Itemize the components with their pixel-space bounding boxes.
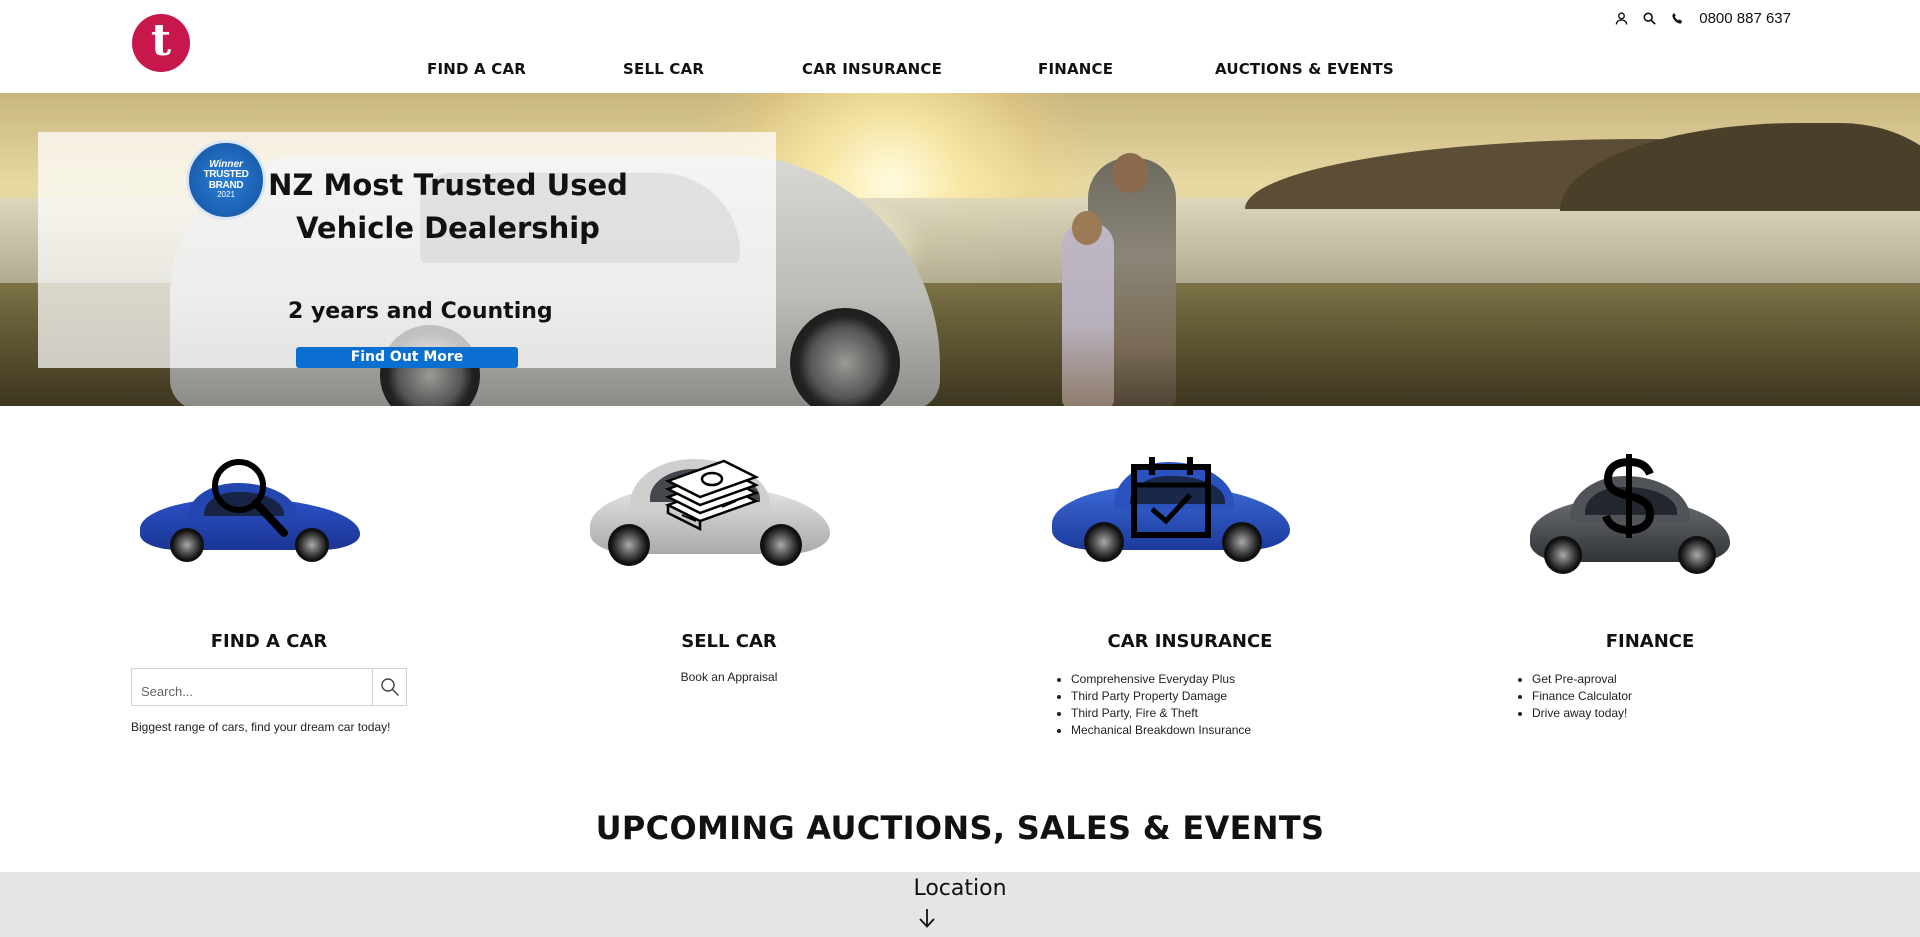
car-search-input[interactable] xyxy=(132,669,372,705)
magnifier-icon xyxy=(208,455,290,537)
money-stack-icon xyxy=(662,455,762,535)
user-icon[interactable] xyxy=(1613,11,1629,27)
car-wheel xyxy=(1544,536,1582,574)
find-a-car-description: Biggest range of cars, find your dream c… xyxy=(131,720,391,734)
car-wheel xyxy=(1678,536,1716,574)
dollar-icon xyxy=(1598,452,1660,540)
location-label: Location xyxy=(913,876,1007,901)
hero-hill xyxy=(1560,123,1920,211)
car-wheel xyxy=(760,524,802,566)
car-wheel xyxy=(170,528,204,562)
location-bar[interactable]: Location xyxy=(0,872,1920,937)
insurance-options-list: Comprehensive Everyday Plus Third Party … xyxy=(1049,671,1251,739)
main-nav: FIND A CAR SELL CAR CAR INSURANCE FINANC… xyxy=(0,60,1920,82)
top-utilities: 0800 887 637 xyxy=(1613,10,1791,27)
list-item[interactable]: Comprehensive Everyday Plus xyxy=(1071,671,1251,688)
list-item[interactable]: Get Pre-aproval xyxy=(1532,671,1632,688)
search-icon xyxy=(380,678,399,697)
list-item[interactable]: Mechanical Breakdown Insurance xyxy=(1071,722,1251,739)
arrow-down-icon[interactable] xyxy=(918,907,936,929)
hero-child-head xyxy=(1072,211,1102,245)
search-icon[interactable] xyxy=(1641,11,1657,27)
list-item[interactable]: Third Party Property Damage xyxy=(1071,688,1251,705)
badge-line2: TRUSTED BRAND xyxy=(203,169,249,191)
trusted-brand-badge: Winner TRUSTED BRAND 2021 xyxy=(186,140,266,220)
calendar-check-icon xyxy=(1130,455,1212,539)
nav-finance[interactable]: FINANCE xyxy=(1038,60,1113,78)
phone-icon[interactable] xyxy=(1669,11,1685,27)
finance-options-list: Get Pre-aproval Finance Calculator Drive… xyxy=(1510,671,1632,722)
find-out-more-button[interactable]: Find Out More xyxy=(296,347,518,368)
nav-find-a-car[interactable]: FIND A CAR xyxy=(427,60,526,78)
hero-person-head xyxy=(1112,153,1148,193)
car-wheel xyxy=(1084,522,1124,562)
nav-sell-car[interactable]: SELL CAR xyxy=(623,60,704,78)
car-wheel xyxy=(1222,522,1262,562)
phone-number[interactable]: 0800 887 637 xyxy=(1699,10,1791,27)
hero-title: NZ Most Trusted Used Vehicle Dealership xyxy=(268,168,628,245)
feature-title-find-a-car: FIND A CAR xyxy=(210,631,328,652)
nav-car-insurance[interactable]: CAR INSURANCE xyxy=(802,60,942,78)
logo-letter: t xyxy=(150,15,172,66)
car-wheel xyxy=(295,528,329,562)
feature-title-car-insurance: CAR INSURANCE xyxy=(1107,631,1273,652)
list-item[interactable]: Finance Calculator xyxy=(1532,688,1632,705)
upcoming-events-heading: UPCOMING AUCTIONS, SALES & EVENTS xyxy=(595,809,1325,847)
car-wheel xyxy=(608,524,650,566)
hero-subtitle: 2 years and Counting xyxy=(288,299,553,324)
list-item[interactable]: Third Party, Fire & Theft xyxy=(1071,705,1251,722)
hero-child xyxy=(1062,223,1114,406)
feature-title-finance: FINANCE xyxy=(1605,631,1695,652)
car-search-button[interactable] xyxy=(372,669,406,705)
list-item[interactable]: Drive away today! xyxy=(1532,705,1632,722)
site-header: t 0800 887 637 FIND A CAR SELL CAR CAR I… xyxy=(0,0,1920,93)
car-search-box xyxy=(131,668,407,706)
feature-title-sell-car: SELL CAR xyxy=(681,631,777,652)
nav-auctions-events[interactable]: AUCTIONS & EVENTS xyxy=(1215,60,1394,78)
book-appraisal-link[interactable]: Book an Appraisal xyxy=(591,670,867,684)
badge-line3: 2021 xyxy=(217,190,235,200)
